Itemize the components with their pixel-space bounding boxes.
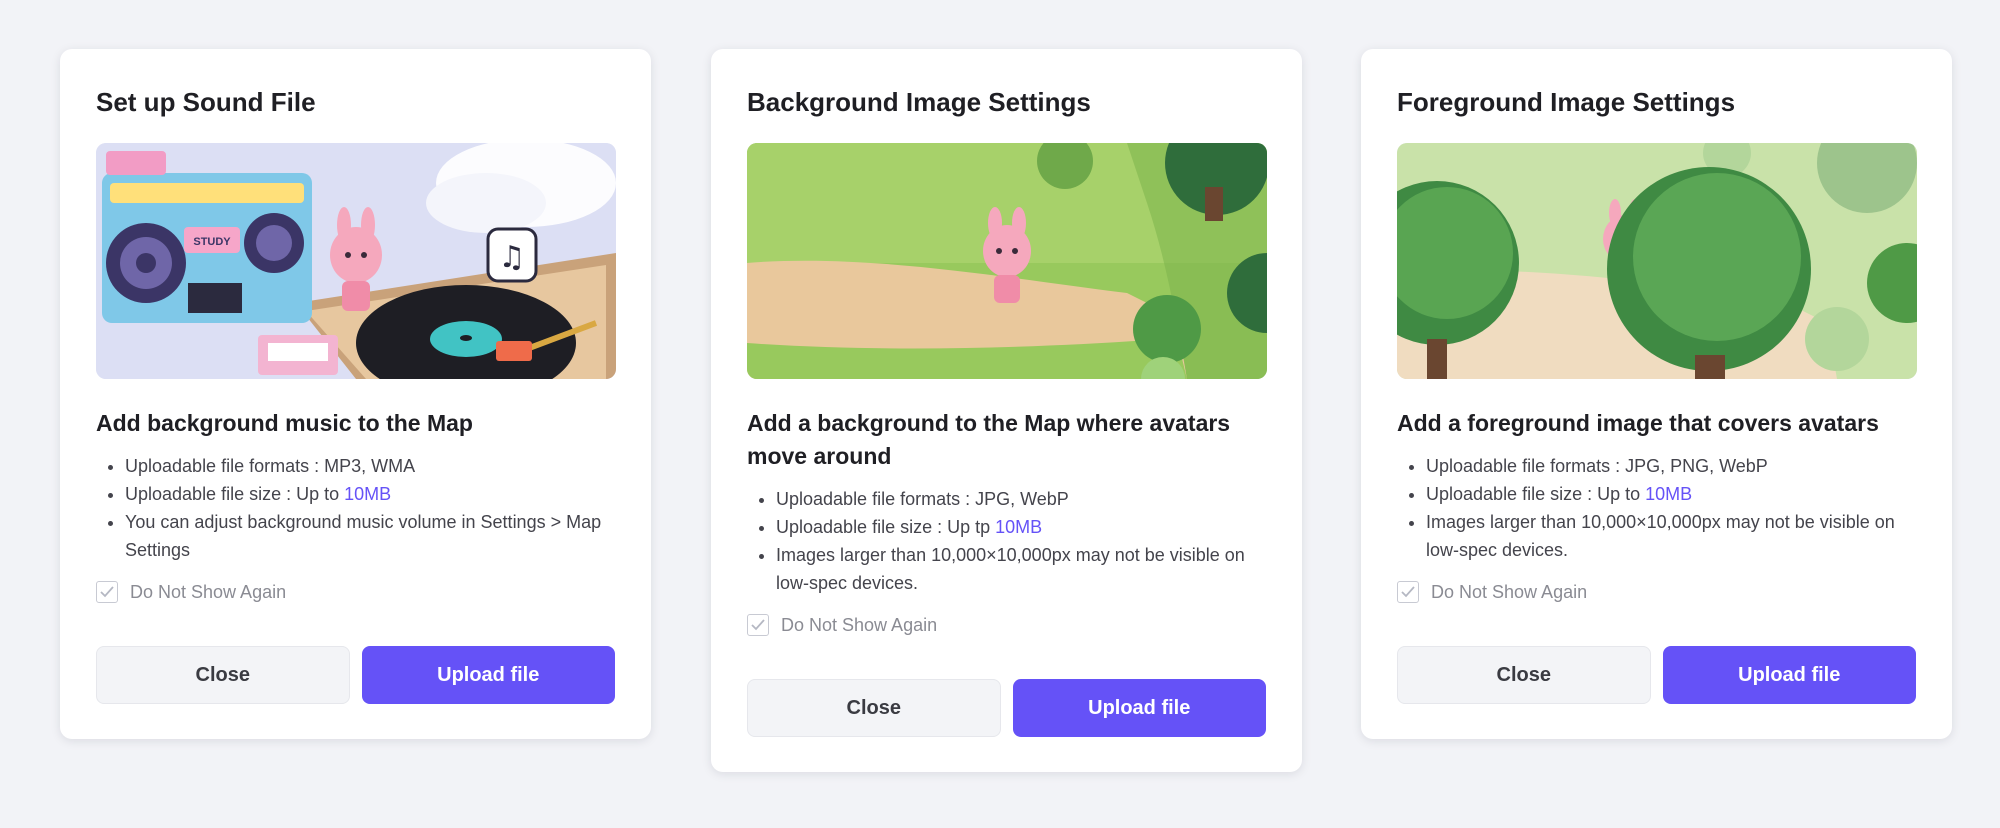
close-button[interactable]: Close <box>96 646 350 704</box>
sound-file-dialog: Set up Sound File STUDY ♫ Add background… <box>60 49 651 739</box>
foreground-image-dialog: Foreground Image Settings Add a foregrou… <box>1361 49 1952 739</box>
check-icon <box>1401 586 1415 598</box>
requirements-list: Uploadable file formats : JPG, PNG, WebP… <box>1397 452 1916 564</box>
foreground-illustration <box>1397 143 1917 379</box>
check-icon <box>751 619 765 631</box>
list-item-text: Uploadable file size : Up to <box>125 484 345 504</box>
list-item: Uploadable file formats : JPG, PNG, WebP <box>1426 452 1916 480</box>
list-item: Uploadable file size : Up to 10MB <box>1426 480 1916 508</box>
size-limit: 10MB <box>1645 484 1693 504</box>
dialog-heading: Add a foreground image that covers avata… <box>1397 410 1879 436</box>
upload-file-button[interactable]: Upload file <box>361 646 615 704</box>
requirements-list: Uploadable file formats : MP3, WMA Uploa… <box>96 452 615 564</box>
size-limit: 10MB <box>344 484 392 504</box>
sound-illustration: STUDY ♫ <box>96 143 616 379</box>
list-item: Images larger than 10,000×10,000px may n… <box>1426 508 1916 564</box>
checkbox-label: Do Not Show Again <box>1431 581 1588 602</box>
upload-file-button[interactable]: Upload file <box>1662 646 1916 704</box>
list-item: Uploadable file size : Up to 10MB <box>125 480 615 508</box>
svg-text:♫: ♫ <box>499 240 526 275</box>
checkbox[interactable] <box>747 614 769 636</box>
dialog-actions: Close Upload file <box>96 646 615 704</box>
dialog-heading: Add a background to the Map where avatar… <box>747 410 1231 469</box>
dialog-title: Background Image Settings <box>747 87 1091 117</box>
list-item: Uploadable file formats : MP3, WMA <box>125 452 615 480</box>
list-item: Uploadable file size : Up tp 10MB <box>776 513 1266 541</box>
checkbox[interactable] <box>1397 581 1419 603</box>
list-item: You can adjust background music volume i… <box>125 508 615 564</box>
list-item-text: Uploadable file size : Up to <box>1426 484 1646 504</box>
do-not-show-again[interactable]: Do Not Show Again <box>96 576 615 608</box>
checkbox[interactable] <box>96 581 118 603</box>
boombox-label: STUDY <box>193 236 231 248</box>
close-button[interactable]: Close <box>747 679 1001 737</box>
do-not-show-again[interactable]: Do Not Show Again <box>747 609 1266 641</box>
list-item: Uploadable file formats : JPG, WebP <box>776 485 1266 513</box>
checkbox-label: Do Not Show Again <box>781 614 938 635</box>
list-item: Images larger than 10,000×10,000px may n… <box>776 541 1266 597</box>
dialog-heading: Add background music to the Map <box>96 410 473 436</box>
background-image-dialog: Background Image Settings Add a backgrou… <box>711 49 1302 772</box>
dialog-actions: Close Upload file <box>747 679 1266 737</box>
size-limit: 10MB <box>995 517 1043 537</box>
dialog-actions: Close Upload file <box>1397 646 1916 704</box>
background-illustration <box>747 143 1267 379</box>
upload-file-button[interactable]: Upload file <box>1012 679 1266 737</box>
dialog-title: Set up Sound File <box>96 87 316 117</box>
do-not-show-again[interactable]: Do Not Show Again <box>1397 576 1916 608</box>
check-icon <box>100 586 114 598</box>
checkbox-label: Do Not Show Again <box>130 581 287 602</box>
dialog-title: Foreground Image Settings <box>1397 87 1736 117</box>
list-item-text: Uploadable file size : Up tp <box>776 517 996 537</box>
requirements-list: Uploadable file formats : JPG, WebP Uplo… <box>747 485 1266 597</box>
close-button[interactable]: Close <box>1397 646 1651 704</box>
